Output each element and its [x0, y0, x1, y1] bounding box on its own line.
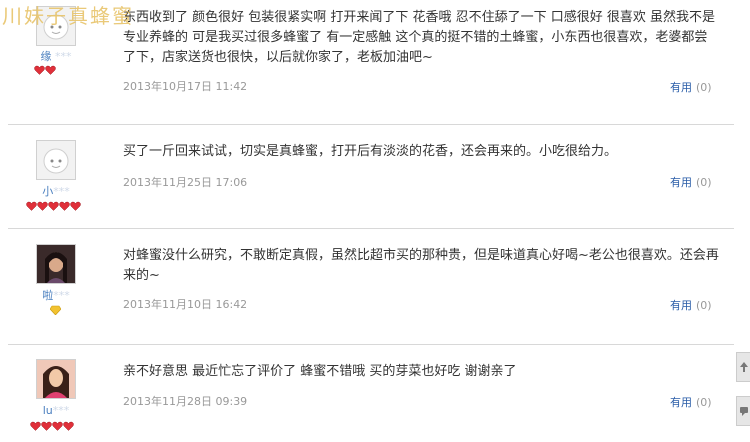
useful-button[interactable]: 有用 (0) — [670, 297, 712, 313]
red-heart-icon — [41, 421, 52, 431]
useful-count: (0) — [696, 81, 712, 94]
useful-label[interactable]: 有用 — [670, 81, 692, 94]
username[interactable]: lu*** — [28, 404, 84, 417]
red-heart-icon — [59, 201, 70, 211]
review-text: 亲不好意思 最近忙忘了评价了 蜂蜜不错哦 买的芽菜也好吃 谢谢亲了 — [123, 364, 517, 379]
user-rank — [34, 65, 56, 77]
back-to-top-icon — [740, 362, 748, 372]
red-heart-icon — [52, 421, 63, 431]
user-rank — [30, 421, 74, 433]
review-item: 小*** 买了一斤回来试试，切实是真蜂蜜，打开后有淡淡的花香，还会再来的。小吃很… — [8, 124, 734, 225]
avatar[interactable] — [36, 140, 76, 180]
red-heart-icon — [48, 201, 59, 211]
red-heart-icon — [45, 65, 56, 75]
review-text: 对蜂蜜没什么研究，不敢断定真假，虽然比超市买的那种贵，但是味道真心好喝~老公也很… — [123, 248, 719, 283]
avatar[interactable] — [36, 244, 76, 284]
review-text: 东西收到了 颜色很好 包装很紧实啊 打开来闻了下 花香哦 忍不住舔了一下 口感很… — [123, 10, 716, 65]
username[interactable]: 缘 *** — [28, 48, 84, 64]
red-heart-icon — [37, 201, 48, 211]
review-date: 2013年11月28日 09:39 — [123, 395, 248, 408]
user-photo-icon — [37, 360, 75, 398]
review-item: lu*** 亲不好意思 最近忙忘了评价了 蜂蜜不错哦 买的芽菜也好吃 谢谢亲了 … — [8, 344, 734, 442]
useful-count: (0) — [696, 299, 712, 312]
red-heart-icon — [63, 421, 74, 431]
review-item: 啦*** 对蜂蜜没什么研究，不敢断定真假，虽然比超市买的那种贵，但是味道真心好喝… — [8, 228, 734, 339]
user-rank — [26, 201, 81, 213]
feedback-icon — [740, 407, 748, 416]
useful-label[interactable]: 有用 — [670, 299, 692, 312]
red-heart-icon — [34, 65, 45, 75]
useful-button[interactable]: 有用 (0) — [670, 174, 712, 190]
username[interactable]: 啦*** — [28, 287, 84, 303]
store-watermark: 川妹子真蜂蜜 — [2, 4, 134, 28]
red-heart-icon — [30, 421, 41, 431]
review-text: 买了一斤回来试试，切实是真蜂蜜，打开后有淡淡的花香，还会再来的。小吃很给力。 — [123, 144, 618, 159]
useful-label[interactable]: 有用 — [670, 176, 692, 189]
default-avatar-icon — [37, 141, 75, 179]
review-date: 2013年10月17日 11:42 — [123, 80, 248, 93]
avatar[interactable] — [36, 359, 76, 399]
useful-count: (0) — [696, 176, 712, 189]
user-photo-icon — [37, 245, 75, 283]
red-heart-icon — [70, 201, 81, 211]
back-to-top-button[interactable] — [736, 352, 750, 382]
review-date: 2013年11月25日 17:06 — [123, 176, 248, 189]
review-date: 2013年11月10日 16:42 — [123, 298, 248, 311]
red-heart-icon — [26, 201, 37, 211]
useful-button[interactable]: 有用 (0) — [670, 79, 712, 95]
username[interactable]: 小*** — [28, 183, 84, 199]
yellow-diamond-icon — [50, 305, 61, 315]
feedback-button[interactable] — [736, 396, 750, 426]
user-rank — [50, 305, 61, 317]
useful-label[interactable]: 有用 — [670, 396, 692, 409]
useful-count: (0) — [696, 396, 712, 409]
useful-button[interactable]: 有用 (0) — [670, 394, 712, 410]
